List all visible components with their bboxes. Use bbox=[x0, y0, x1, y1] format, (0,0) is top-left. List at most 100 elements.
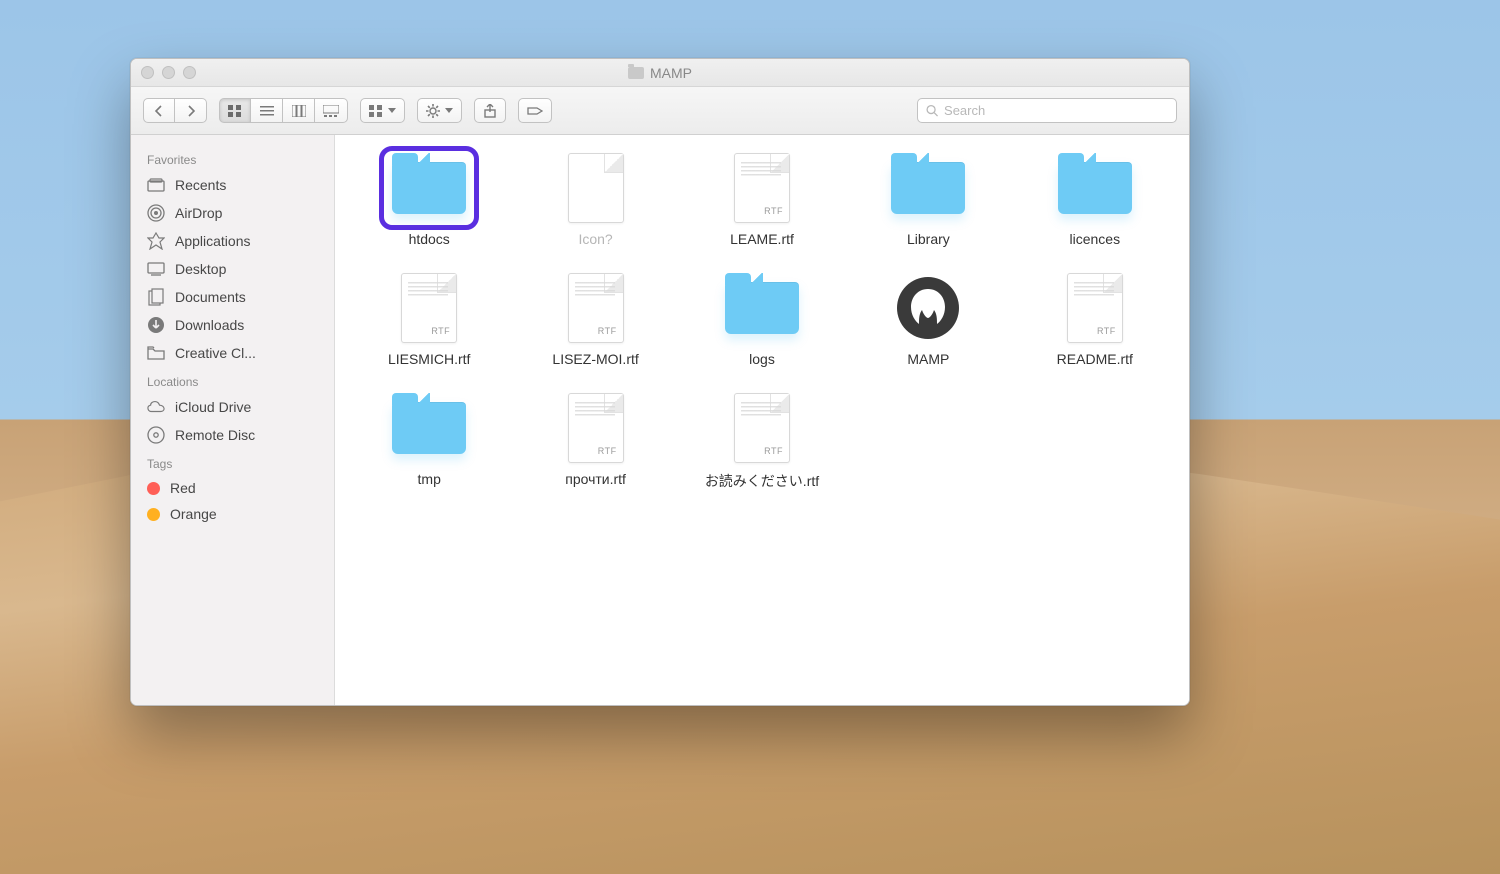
sidebar-item-label: Applications bbox=[175, 233, 251, 249]
applications-icon bbox=[147, 232, 165, 250]
window-title-text: MAMP bbox=[650, 65, 692, 81]
airdrop-icon bbox=[147, 204, 165, 222]
toolbar bbox=[131, 87, 1189, 135]
chevron-down-icon bbox=[445, 108, 453, 113]
sidebar-item-tag-orange[interactable]: Orange bbox=[131, 501, 334, 527]
forward-button[interactable] bbox=[175, 98, 207, 123]
file-item[interactable]: Library bbox=[856, 155, 1000, 247]
file-item[interactable]: RTF お読みください.rtf bbox=[690, 395, 834, 491]
chevron-right-icon bbox=[186, 105, 196, 117]
gear-icon bbox=[426, 104, 440, 118]
file-label: Icon? bbox=[578, 231, 612, 247]
search-input[interactable] bbox=[944, 103, 1168, 118]
sidebar-item-label: Downloads bbox=[175, 317, 244, 333]
content-area: Favorites Recents AirDrop Applications D… bbox=[131, 135, 1189, 705]
rtf-file-icon: RTF bbox=[388, 275, 470, 341]
close-button[interactable] bbox=[141, 66, 154, 79]
file-label: licences bbox=[1069, 231, 1120, 247]
tag-icon bbox=[527, 105, 543, 117]
file-item[interactable]: licences bbox=[1023, 155, 1167, 247]
file-item[interactable]: tmp bbox=[357, 395, 501, 491]
sidebar-item-label: Red bbox=[170, 480, 196, 496]
rtf-file-icon: RTF bbox=[721, 155, 803, 221]
file-label: tmp bbox=[418, 471, 441, 487]
minimize-button[interactable] bbox=[162, 66, 175, 79]
downloads-icon bbox=[147, 316, 165, 334]
view-mode-buttons bbox=[219, 98, 348, 123]
file-label: お読みください.rtf bbox=[705, 471, 819, 491]
tags-button[interactable] bbox=[518, 98, 552, 123]
recents-icon bbox=[147, 176, 165, 194]
file-item[interactable]: RTF прочти.rtf bbox=[523, 395, 667, 491]
window-title: MAMP bbox=[628, 65, 692, 81]
list-view-button[interactable] bbox=[251, 98, 283, 123]
documents-icon bbox=[147, 288, 165, 306]
column-view-button[interactable] bbox=[283, 98, 315, 123]
share-button[interactable] bbox=[474, 98, 506, 123]
disc-icon bbox=[147, 426, 165, 444]
file-label: logs bbox=[749, 351, 775, 367]
window-controls bbox=[141, 66, 196, 79]
sidebar-item-creative-cloud[interactable]: Creative Cl... bbox=[131, 339, 334, 367]
file-label: htdocs bbox=[409, 231, 450, 247]
rtf-file-icon: RTF bbox=[555, 395, 637, 461]
file-item[interactable]: logs bbox=[690, 275, 834, 367]
rtf-file-icon: RTF bbox=[555, 275, 637, 341]
gallery-view-button[interactable] bbox=[315, 98, 348, 123]
file-item[interactable]: MAMP bbox=[856, 275, 1000, 367]
sidebar-item-label: Remote Disc bbox=[175, 427, 255, 443]
sidebar-item-applications[interactable]: Applications bbox=[131, 227, 334, 255]
tag-dot-orange bbox=[147, 508, 160, 521]
sidebar-item-documents[interactable]: Documents bbox=[131, 283, 334, 311]
rtf-file-icon: RTF bbox=[721, 395, 803, 461]
action-menu-button[interactable] bbox=[417, 98, 462, 123]
search-icon bbox=[926, 104, 938, 117]
file-label: README.rtf bbox=[1057, 351, 1133, 367]
chevron-left-icon bbox=[154, 105, 164, 117]
nav-buttons bbox=[143, 98, 207, 123]
folder-icon bbox=[388, 395, 470, 461]
icon-view-button[interactable] bbox=[219, 98, 251, 123]
file-item[interactable]: Icon? bbox=[523, 155, 667, 247]
sidebar-item-icloud[interactable]: iCloud Drive bbox=[131, 393, 334, 421]
file-item[interactable]: RTF LISEZ-MOI.rtf bbox=[523, 275, 667, 367]
file-item[interactable]: RTF LEAME.rtf bbox=[690, 155, 834, 247]
sidebar-heading-favorites: Favorites bbox=[131, 145, 334, 171]
file-label: LEAME.rtf bbox=[730, 231, 794, 247]
sidebar-item-label: Desktop bbox=[175, 261, 226, 277]
file-item[interactable]: RTFLIESMICH.rtf bbox=[357, 275, 501, 367]
grid-icon bbox=[228, 105, 242, 117]
sidebar-item-label: Recents bbox=[175, 177, 226, 193]
file-item[interactable]: RTFREADME.rtf bbox=[1023, 275, 1167, 367]
sidebar-item-remote-disc[interactable]: Remote Disc bbox=[131, 421, 334, 449]
titlebar[interactable]: MAMP bbox=[131, 59, 1189, 87]
cloud-icon bbox=[147, 398, 165, 416]
sidebar-item-label: iCloud Drive bbox=[175, 399, 251, 415]
folder-icon bbox=[147, 344, 165, 362]
sidebar-heading-tags: Tags bbox=[131, 449, 334, 475]
sidebar-item-airdrop[interactable]: AirDrop bbox=[131, 199, 334, 227]
back-button[interactable] bbox=[143, 98, 175, 123]
sidebar-heading-locations: Locations bbox=[131, 367, 334, 393]
sidebar-item-recents[interactable]: Recents bbox=[131, 171, 334, 199]
group-by-button[interactable] bbox=[360, 98, 405, 123]
sidebar-item-tag-red[interactable]: Red bbox=[131, 475, 334, 501]
gallery-icon bbox=[323, 105, 339, 117]
sidebar-item-desktop[interactable]: Desktop bbox=[131, 255, 334, 283]
app-icon bbox=[887, 275, 969, 341]
file-label: MAMP bbox=[907, 351, 949, 367]
folder-icon bbox=[721, 275, 803, 341]
folder-icon bbox=[887, 155, 969, 221]
zoom-button[interactable] bbox=[183, 66, 196, 79]
columns-icon bbox=[292, 105, 306, 117]
sidebar-item-downloads[interactable]: Downloads bbox=[131, 311, 334, 339]
file-grid[interactable]: htdocs Icon? RTF LEAME.rtf Library licences RT… bbox=[335, 135, 1189, 705]
file-label: LISEZ-MOI.rtf bbox=[552, 351, 638, 367]
group-icon bbox=[369, 105, 383, 117]
sidebar-item-label: AirDrop bbox=[175, 205, 222, 221]
file-item[interactable]: htdocs bbox=[357, 155, 501, 247]
folder-icon bbox=[628, 67, 644, 79]
folder-icon bbox=[1054, 155, 1136, 221]
file-label: прочти.rtf bbox=[565, 471, 626, 487]
search-field[interactable] bbox=[917, 98, 1177, 123]
